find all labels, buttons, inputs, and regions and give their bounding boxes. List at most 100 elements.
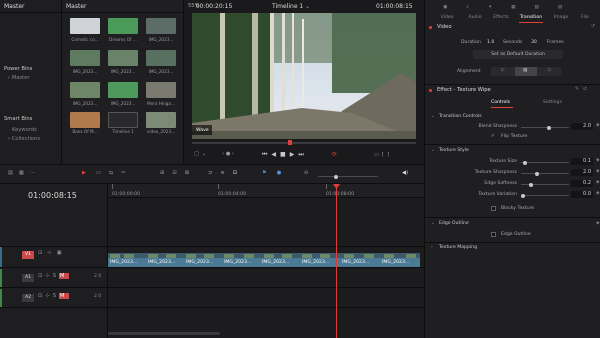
texture-mapping-header[interactable]: Texture Mapping — [439, 245, 477, 250]
keyframe-icon[interactable]: ◆ — [596, 180, 600, 185]
set-default-duration-button[interactable]: Set as Default Duration — [473, 50, 563, 59]
subtab-controls[interactable]: Controls — [491, 100, 510, 105]
blend-sharpness-value[interactable]: 2.0 — [571, 123, 593, 130]
flip-texture-check-icon[interactable]: ✓ — [491, 134, 495, 139]
timeline-ruler[interactable]: 01:00:00:00 01:00:04:00 01:00:08:00 — [108, 184, 424, 198]
tab-transition[interactable]: Transition — [515, 15, 547, 20]
timeline-view-tools[interactable]: ▤▦⋯ — [8, 170, 41, 176]
edit-tools[interactable]: ▭⇆✂ — [96, 170, 134, 176]
keyframe-icon[interactable]: ◆ — [596, 123, 600, 128]
timeline-scrollbar[interactable] — [108, 332, 220, 335]
v1-clip-1[interactable]: IMG_2023... — [110, 260, 137, 265]
edge-outline-chevron[interactable]: ⌄ — [431, 221, 435, 226]
frames-value[interactable]: 30 — [531, 40, 537, 45]
edge-softness-slider[interactable] — [521, 182, 569, 187]
texture-style-header[interactable]: Texture Style — [439, 148, 469, 153]
jog-control[interactable]: ‹ ● › — [222, 151, 234, 157]
smart-bin-collections[interactable]: › Collections — [8, 136, 40, 142]
smart-bin-keywords[interactable]: Keywords — [12, 127, 37, 133]
volume-icon[interactable]: ◀) — [402, 170, 408, 176]
texture-sharpness-knob[interactable] — [535, 171, 539, 176]
v1-clip-labels[interactable]: IMG_2023... IMG_2023... IMG_2023... IMG_… — [108, 258, 420, 267]
media-thumb-10[interactable] — [70, 112, 100, 128]
timeline-zoom-knob[interactable] — [334, 174, 338, 179]
blocky-texture-checkbox[interactable] — [491, 206, 496, 211]
texture-sharpness-value[interactable]: 2.0 — [571, 169, 593, 176]
media-thumb-6[interactable] — [146, 50, 176, 66]
keyframe-icon[interactable]: ◆ — [596, 169, 600, 174]
media-thumb-7[interactable] — [70, 82, 100, 98]
align-end-icon[interactable]: ⊐ — [547, 68, 551, 73]
reset-icon[interactable]: ↺ — [591, 24, 595, 29]
keyframe-icon[interactable]: ◆ — [596, 158, 600, 163]
texture-size-value[interactable]: 0.1 — [571, 158, 593, 165]
selection-tool[interactable]: ▶ — [82, 170, 86, 176]
track-a2-label[interactable]: A2 — [22, 294, 34, 302]
v1-clip-5[interactable]: IMG_2023... — [262, 260, 289, 265]
v1-clip-4[interactable]: IMG_2023... — [224, 260, 251, 265]
texture-variation-knob[interactable] — [521, 193, 525, 198]
track-v1-label[interactable]: V1 — [22, 251, 34, 259]
media-thumb-9[interactable] — [146, 82, 176, 98]
texture-style-chevron[interactable]: ⌄ — [431, 148, 435, 153]
tab-image[interactable]: Image — [549, 15, 573, 20]
blend-sharpness-slider[interactable] — [521, 125, 569, 130]
tab-file[interactable]: File — [575, 15, 595, 20]
track-a1-label[interactable]: A1 — [22, 274, 34, 282]
media-thumb-1[interactable] — [70, 18, 100, 34]
viewer-scrubber[interactable] — [192, 142, 416, 144]
power-bin-master[interactable]: › Master — [8, 75, 29, 81]
tab-audio[interactable]: Audio — [463, 15, 487, 20]
keyframe-icon[interactable]: ◆ — [596, 221, 600, 226]
track-v1-controls[interactable]: ⊡⊹▣ — [38, 250, 67, 256]
viewer-playhead-marker[interactable] — [288, 140, 292, 145]
viewer-timeline-name[interactable]: Timeline 1 ⌄ — [272, 3, 310, 10]
v1-clip-6[interactable]: IMG_2023... — [302, 260, 329, 265]
zoom-tools[interactable]: ⊖ — [304, 170, 308, 176]
media-thumb-2[interactable] — [108, 18, 138, 34]
texture-size-knob[interactable] — [523, 160, 527, 165]
texture-variation-value[interactable]: 0.0 — [571, 191, 593, 198]
v1-clip-strip[interactable] — [108, 248, 420, 263]
transition-controls-header[interactable]: Transition Controls — [439, 114, 482, 119]
v1-clip-8[interactable]: IMG_2023... — [382, 260, 409, 265]
timeline-zoom-slider[interactable] — [318, 174, 378, 179]
edge-outline-header[interactable]: Edge Outline — [439, 221, 469, 226]
viewer-right-tools[interactable]: ▭⌈⌉ — [374, 152, 392, 158]
texture-mapping-chevron[interactable]: › — [431, 245, 433, 250]
media-thumb-4[interactable] — [70, 50, 100, 66]
timeline-timecode[interactable]: 01:00:08:15 — [28, 191, 77, 200]
v1-clip-3[interactable]: IMG_2023... — [186, 260, 213, 265]
media-thumb-3[interactable] — [146, 18, 176, 34]
snap-link-tools[interactable]: ⊃∞⊡ — [208, 170, 245, 176]
insert-tools[interactable]: ⊞⊟⊠ — [160, 170, 197, 176]
media-thumb-5[interactable] — [108, 50, 138, 66]
media-thumb-12[interactable] — [146, 112, 176, 128]
transition-controls-chevron[interactable]: ⌄ — [431, 114, 435, 119]
transport-controls[interactable]: ⏮◀■▶⏭ — [262, 151, 308, 159]
timeline-playhead[interactable] — [336, 184, 337, 338]
tab-video[interactable]: Video — [435, 15, 459, 20]
keyframe-icon[interactable]: ◆ — [596, 191, 600, 196]
texture-variation-slider[interactable] — [521, 193, 569, 198]
tab-effects[interactable]: Effects — [489, 15, 513, 20]
effect-header-icons[interactable]: ✎↺ — [575, 87, 591, 92]
align-start-icon[interactable]: ⊏ — [501, 68, 505, 73]
flag-marker-tools[interactable]: ⚑● — [262, 170, 291, 176]
texture-sharpness-slider[interactable] — [521, 171, 569, 176]
edge-softness-value[interactable]: 0.2 — [571, 180, 593, 187]
duration-value[interactable]: 1.0 — [487, 40, 494, 45]
track-a2-controls[interactable]: ⊡⊹SM — [38, 293, 69, 299]
media-thumb-8[interactable] — [108, 82, 138, 98]
texture-size-slider[interactable] — [521, 160, 569, 165]
edge-outline-checkbox[interactable] — [491, 232, 496, 237]
subtab-settings[interactable]: Settings — [543, 100, 562, 105]
v1-clip-2[interactable]: IMG_2023... — [148, 260, 175, 265]
blend-sharpness-knob[interactable] — [547, 125, 551, 130]
track-a1-controls[interactable]: ⊡⊹SM — [38, 273, 69, 279]
media-thumb-11[interactable] — [108, 112, 138, 128]
edge-softness-knob[interactable] — [529, 182, 533, 187]
loop-button[interactable]: ⟳ — [332, 151, 337, 158]
alignment-selector[interactable]: ⊏ ▤ ⊐ — [491, 67, 561, 76]
viewer-tool-icons[interactable]: ▢ ⌄ — [194, 151, 206, 157]
